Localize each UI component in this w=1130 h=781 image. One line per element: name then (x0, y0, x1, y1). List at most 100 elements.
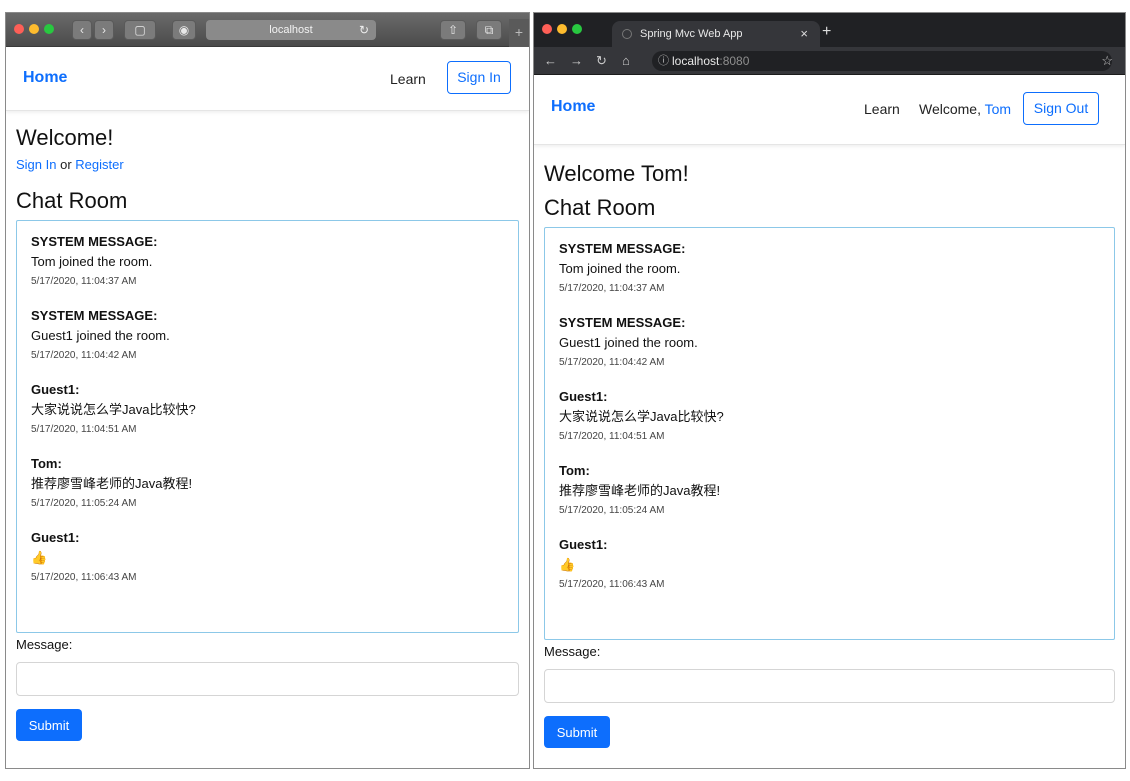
chrome-tab-bar: Spring Mvc Web App × + (534, 13, 1125, 47)
message-label: Message: (544, 644, 601, 659)
home-icon[interactable]: ⌂ (622, 47, 630, 75)
chat-message: Guest1: 👍 5/17/2020, 11:06:43 AM (31, 529, 504, 587)
message-input[interactable] (544, 669, 1115, 703)
info-icon[interactable]: ⓘ (658, 51, 669, 71)
page-content: Welcome! Sign In or Register Chat Room S… (6, 125, 529, 741)
thumbs-up-icon: 👍 (31, 550, 48, 565)
chat-message: Guest1: 👍 5/17/2020, 11:06:43 AM (559, 536, 1100, 594)
address-bar[interactable]: ⓘ localhost:8080 (652, 51, 1112, 71)
submit-button[interactable]: Submit (16, 709, 82, 741)
message-sender: Tom: (559, 463, 590, 478)
message-sender: Tom: (31, 456, 62, 471)
close-tab-icon[interactable]: × (800, 21, 808, 47)
favicon-icon (622, 29, 632, 39)
auth-links: Sign In or Register (16, 157, 519, 172)
tabs-icon[interactable]: ⧉ (476, 20, 502, 40)
close-dot[interactable] (14, 24, 24, 34)
message-sender: Guest1: (31, 530, 80, 545)
address-host: localhost (672, 54, 720, 68)
message-text: 大家说说怎么学Java比较快? (559, 409, 724, 424)
navbar: Home Learn Welcome, Tom Sign Out (534, 75, 1125, 145)
chat-heading: Chat Room (544, 195, 656, 220)
message-sender: SYSTEM MESSAGE: (559, 241, 686, 256)
sign-in-link[interactable]: Sign In (16, 157, 56, 172)
page-content: Welcome Tom! Chat Room SYSTEM MESSAGE: T… (534, 161, 1125, 748)
message-time: 5/17/2020, 11:04:51 AM (559, 431, 665, 442)
sign-in-button[interactable]: Sign In (447, 61, 511, 94)
chat-message: Guest1: 大家说说怎么学Java比较快? 5/17/2020, 11:04… (559, 388, 1100, 446)
forward-arrow-icon[interactable]: › (94, 20, 114, 40)
message-time: 5/17/2020, 11:04:37 AM (31, 276, 137, 287)
message-time: 5/17/2020, 11:04:42 AM (559, 357, 665, 368)
back-arrow-icon[interactable]: ‹ (72, 20, 92, 40)
message-text: Tom joined the room. (31, 254, 153, 269)
address-text: localhost (269, 24, 313, 36)
reload-icon[interactable]: ↻ (359, 20, 369, 40)
message-text: Guest1 joined the room. (559, 335, 698, 350)
new-tab-icon[interactable]: + (822, 21, 831, 43)
message-time: 5/17/2020, 11:05:24 AM (559, 505, 665, 516)
message-text: 推荐廖雪峰老师的Java教程! (31, 476, 193, 491)
maximize-dot[interactable] (44, 24, 54, 34)
chat-message: SYSTEM MESSAGE: Guest1 joined the room. … (559, 314, 1100, 372)
message-label: Message: (16, 637, 73, 652)
page-title: Welcome! (16, 125, 114, 150)
privacy-icon[interactable]: ◉ (172, 20, 196, 40)
message-time: 5/17/2020, 11:05:24 AM (31, 498, 137, 509)
message-text: Guest1 joined the room. (31, 328, 170, 343)
chat-box[interactable]: SYSTEM MESSAGE: Tom joined the room. 5/1… (16, 220, 519, 633)
message-text: Tom joined the room. (559, 261, 681, 276)
share-icon[interactable]: ⇧ (440, 20, 466, 40)
submit-button[interactable]: Submit (544, 716, 610, 748)
chat-heading: Chat Room (16, 188, 128, 213)
chat-box[interactable]: SYSTEM MESSAGE: Tom joined the room. 5/1… (544, 227, 1115, 640)
sidebar-icon[interactable]: ▢ (124, 20, 156, 40)
learn-link[interactable]: Learn (390, 71, 426, 87)
reload-icon[interactable]: ↻ (596, 47, 607, 75)
message-text: 推荐廖雪峰老师的Java教程! (559, 483, 721, 498)
close-dot[interactable] (542, 24, 552, 34)
welcome-prefix: Welcome, (919, 101, 981, 117)
chrome-toolbar: ← → ↻ ⌂ ⓘ localhost:8080 ☆ (534, 47, 1125, 75)
minimize-dot[interactable] (557, 24, 567, 34)
chat-message: Guest1: 大家说说怎么学Java比较快? 5/17/2020, 11:04… (31, 381, 504, 439)
message-time: 5/17/2020, 11:06:43 AM (559, 579, 665, 590)
browser-tab[interactable]: Spring Mvc Web App × (612, 21, 820, 47)
message-time: 5/17/2020, 11:04:42 AM (31, 350, 137, 361)
chat-message: SYSTEM MESSAGE: Tom joined the room. 5/1… (559, 240, 1100, 298)
chat-message: Tom: 推荐廖雪峰老师的Java教程! 5/17/2020, 11:05:24… (559, 462, 1100, 520)
learn-link[interactable]: Learn (864, 101, 900, 117)
address-bar[interactable]: localhost ↻ (206, 20, 376, 40)
chat-message: Tom: 推荐廖雪峰老师的Java教程! 5/17/2020, 11:05:24… (31, 455, 504, 513)
star-icon[interactable]: ☆ (1101, 47, 1113, 75)
back-arrow-icon[interactable]: ← (544, 47, 557, 75)
home-link[interactable]: Home (551, 98, 595, 116)
page-title: Welcome Tom! (544, 161, 689, 186)
forward-arrow-icon[interactable]: → (570, 47, 583, 75)
new-tab-icon[interactable]: + (509, 19, 529, 47)
message-time: 5/17/2020, 11:04:51 AM (31, 424, 137, 435)
navbar: Home Learn Sign In (6, 47, 529, 111)
or-text: or (60, 157, 72, 172)
chat-message: SYSTEM MESSAGE: Guest1 joined the room. … (31, 307, 504, 365)
maximize-dot[interactable] (572, 24, 582, 34)
address-port: :8080 (719, 54, 750, 68)
register-link[interactable]: Register (75, 157, 123, 172)
message-sender: Guest1: (31, 382, 80, 397)
message-sender: SYSTEM MESSAGE: (559, 315, 686, 330)
message-sender: Guest1: (559, 389, 608, 404)
message-sender: SYSTEM MESSAGE: (31, 308, 158, 323)
message-sender: Guest1: (559, 537, 608, 552)
minimize-dot[interactable] (29, 24, 39, 34)
message-text: 大家说说怎么学Java比较快? (31, 402, 196, 417)
chrome-window: Spring Mvc Web App × + ← → ↻ ⌂ ⓘ localho… (533, 12, 1126, 769)
message-time: 5/17/2020, 11:06:43 AM (31, 572, 137, 583)
thumbs-up-icon: 👍 (559, 557, 576, 572)
welcome-user: Welcome, Tom (919, 101, 1011, 117)
message-input[interactable] (16, 662, 519, 696)
message-time: 5/17/2020, 11:04:37 AM (559, 283, 665, 294)
sign-out-button[interactable]: Sign Out (1023, 92, 1099, 125)
message-sender: SYSTEM MESSAGE: (31, 234, 158, 249)
username-link[interactable]: Tom (985, 101, 1011, 117)
home-link[interactable]: Home (23, 69, 67, 87)
